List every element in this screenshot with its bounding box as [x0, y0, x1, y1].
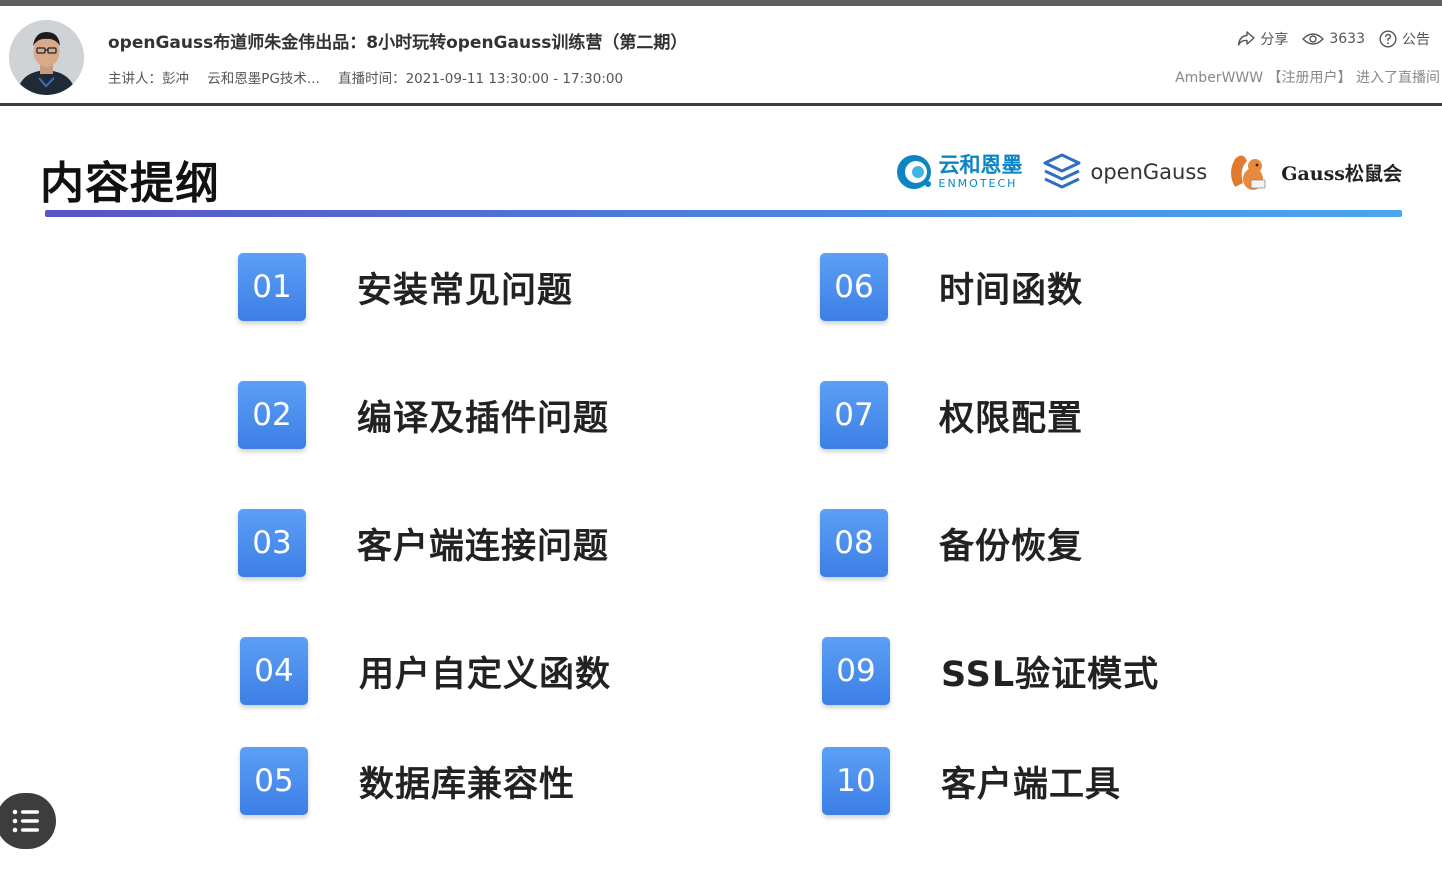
outline-item-label: 用户自定义函数 [359, 654, 612, 695]
outline-item-number: 08 [820, 509, 888, 577]
outline-item-number: 03 [238, 509, 306, 577]
broadcast-time: 直播时间：2021-09-11 13:30:00 - 17:30:00 [338, 71, 624, 87]
join-notification: AmberWWW 【注册用户】 进入了直播间 [1175, 70, 1440, 86]
squirrel-icon [1231, 155, 1266, 190]
header-actions: 分享 3633 公告 [1223, 29, 1430, 49]
slide-title: 内容提纲 [40, 158, 220, 209]
notice-label: 公告 [1402, 32, 1430, 48]
outline-item-number: 04 [240, 637, 308, 705]
enmo-name-en: ENMOTECH [938, 177, 1018, 190]
catalog-menu-button[interactable] [0, 793, 56, 849]
outline-item-label: 客户端工具 [941, 764, 1122, 805]
eye-icon [1302, 33, 1325, 45]
outline-item: 09 SSL验证模式 [822, 637, 1159, 705]
outline-item: 04 用户自定义函数 [240, 637, 611, 705]
presenter-avatar[interactable] [9, 20, 84, 95]
opengauss-logo: openGauss [1041, 151, 1208, 193]
outline-item-number: 01 [238, 253, 306, 321]
opengauss-name: openGauss [1090, 160, 1208, 184]
outline-item-label: 备份恢复 [939, 526, 1084, 567]
view-count-value: 3633 [1329, 31, 1365, 47]
title-underline [45, 210, 1402, 217]
enmo-name-cn: 云和恩墨 [938, 153, 1023, 177]
live-title: openGauss布道师朱金伟出品：8小时玩转openGauss训练营（第二期） [108, 33, 688, 53]
gauss-club-logo: Gauss松鼠会 [1225, 149, 1402, 195]
outline-item-label: 时间函数 [939, 270, 1084, 311]
help-circle-icon [1379, 30, 1397, 48]
live-header: openGauss布道师朱金伟出品：8小时玩转openGauss训练营（第二期）… [0, 6, 1442, 106]
outline-item: 10 客户端工具 [822, 747, 1121, 815]
notice-button[interactable]: 公告 [1379, 29, 1430, 49]
outline-item: 06 时间函数 [820, 253, 1083, 321]
outline-item: 08 备份恢复 [820, 509, 1083, 577]
share-icon [1238, 31, 1256, 46]
enmo-swirl-icon [896, 155, 931, 189]
enmo-logo: 云和恩墨 ENMOTECH [895, 153, 1023, 191]
outline-item-label: SSL验证模式 [941, 654, 1160, 695]
outline-item: 05 数据库兼容性 [240, 747, 575, 815]
outline-item-label: 数据库兼容性 [359, 764, 576, 805]
outline-item: 02 编译及插件问题 [238, 381, 609, 449]
organizer-name[interactable]: 云和恩墨PG技术... [207, 71, 319, 87]
outline-item-label: 权限配置 [939, 398, 1084, 439]
list-icon [12, 809, 39, 833]
outline-item-number: 02 [238, 381, 306, 449]
outline-item: 03 客户端连接问题 [238, 509, 609, 577]
share-button[interactable]: 分享 [1237, 29, 1288, 49]
outline-item: 01 安装常见问题 [238, 253, 573, 321]
presenter-name: 主讲人：彭冲 [108, 71, 189, 87]
outline-item-number: 07 [820, 381, 888, 449]
outline-item: 07 权限配置 [820, 381, 1083, 449]
outline-item-number: 06 [820, 253, 888, 321]
outline-item-label: 客户端连接问题 [357, 526, 610, 567]
outline-item-label: 安装常见问题 [357, 270, 574, 311]
view-count: 3633 [1302, 31, 1365, 47]
live-meta: 主讲人：彭冲 云和恩墨PG技术... 直播时间：2021-09-11 13:30… [108, 67, 637, 87]
slide-content: 内容提纲 云和恩墨 ENMOTECH openGauss Gauss松鼠会 01… [0, 109, 1442, 875]
outline-item-label: 编译及插件问题 [357, 398, 610, 439]
sponsor-logos: 云和恩墨 ENMOTECH openGauss Gauss松鼠会 [877, 147, 1402, 197]
opengauss-layers-icon [1043, 153, 1080, 189]
outline-item-number: 05 [240, 747, 308, 815]
outline-item-number: 10 [822, 747, 890, 815]
share-label: 分享 [1260, 32, 1289, 48]
gauss-club-name: Gauss松鼠会 [1281, 162, 1402, 185]
outline-item-number: 09 [822, 637, 890, 705]
